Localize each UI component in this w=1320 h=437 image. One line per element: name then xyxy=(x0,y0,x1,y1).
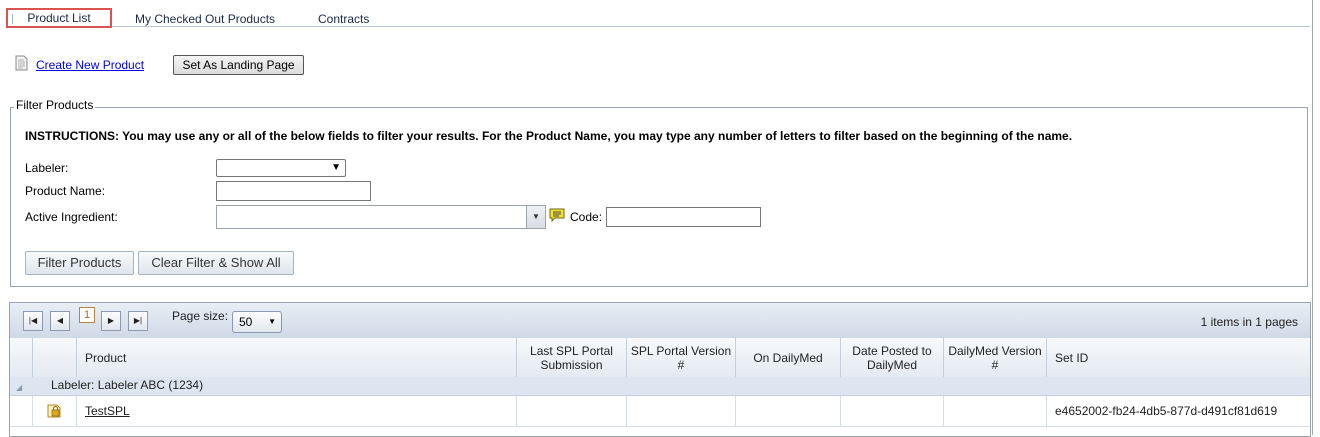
labeler-label: Labeler: xyxy=(25,161,69,175)
active-ingredient-combobox[interactable]: ▼ xyxy=(216,205,546,229)
labeler-select[interactable]: ▼ xyxy=(216,159,346,177)
header-spl-portal-version[interactable]: SPL Portal Version # xyxy=(626,338,735,377)
page-size-select[interactable]: 50 ▼ xyxy=(232,311,282,333)
filter-legend: Filter Products xyxy=(14,98,96,112)
header-last-spl-portal-submission[interactable]: Last SPL Portal Submission xyxy=(516,338,626,377)
document-icon xyxy=(15,55,28,71)
product-cell: TestSPL xyxy=(76,396,516,426)
portal-version-cell xyxy=(626,396,735,426)
product-name-label: Product Name: xyxy=(25,184,106,198)
group-label: Labeler: Labeler ABC (1234) xyxy=(51,378,204,392)
filter-instructions: INSTRUCTIONS: You may use any or all of … xyxy=(25,129,1073,143)
header-dailymed-version[interactable]: DailyMed Version # xyxy=(943,338,1046,377)
tab-strip: Product List My Checked Out Products Con… xyxy=(6,8,1310,28)
header-icon-col xyxy=(32,338,76,377)
products-grid: |◀ ◀ 1 ▶ ▶| Page size: 50 ▼ 1 items in 1… xyxy=(9,302,1311,437)
header-date-posted[interactable]: Date Posted to DailyMed xyxy=(840,338,943,377)
previous-page-icon[interactable]: ◀ xyxy=(50,311,70,331)
first-page-icon[interactable]: |◀ xyxy=(23,311,43,331)
header-on-dailymed[interactable]: On DailyMed xyxy=(735,338,840,377)
on-dailymed-cell xyxy=(735,396,840,426)
expand-cell xyxy=(10,396,32,426)
combo-dropdown-button[interactable]: ▼ xyxy=(526,206,545,228)
date-posted-cell xyxy=(840,396,943,426)
chevron-down-icon: ▼ xyxy=(532,212,540,221)
create-new-product-link[interactable]: Create New Product xyxy=(36,58,144,72)
set-id-cell: e4652002-fb24-4db5-877d-d491cf81d619 xyxy=(1046,396,1310,426)
pager-info: 1 items in 1 pages xyxy=(1200,315,1298,329)
tab-contracts[interactable]: Contracts xyxy=(318,12,369,26)
last-submission-cell xyxy=(516,396,626,426)
dailymed-version-cell xyxy=(943,396,1046,426)
page-size-label: Page size: xyxy=(172,309,229,323)
clear-filter-button[interactable]: Clear Filter & Show All xyxy=(138,251,294,275)
group-row: ◢ Labeler: Labeler ABC (1234) xyxy=(10,377,1310,396)
header-product[interactable]: Product xyxy=(76,338,516,377)
header-expand-col xyxy=(10,338,32,377)
header-set-id[interactable]: Set ID xyxy=(1046,338,1310,377)
grid-header: Product Last SPL Portal Submission SPL P… xyxy=(10,338,1310,378)
tab-product-list[interactable]: Product List xyxy=(6,8,112,28)
set-as-landing-page-button[interactable]: Set As Landing Page xyxy=(173,55,304,75)
note-icon[interactable] xyxy=(549,208,565,222)
code-label: Code: xyxy=(570,210,603,224)
last-page-icon[interactable]: ▶| xyxy=(128,311,148,331)
product-link[interactable]: TestSPL xyxy=(85,404,130,418)
page-size-value: 50 xyxy=(239,315,253,329)
filter-products-button[interactable]: Filter Products xyxy=(25,251,134,275)
grid-pager: |◀ ◀ 1 ▶ ▶| Page size: 50 ▼ 1 items in 1… xyxy=(10,303,1310,339)
collapse-triangle-icon[interactable]: ◢ xyxy=(16,383,22,392)
active-ingredient-label: Active Ingredient: xyxy=(25,210,118,224)
chevron-down-icon: ▼ xyxy=(268,317,276,326)
icon-cell xyxy=(32,396,76,426)
page-number-button[interactable]: 1 xyxy=(79,307,95,323)
locked-document-icon xyxy=(47,404,61,418)
chevron-down-icon: ▼ xyxy=(331,162,341,173)
table-row: TestSPL e4652002-fb24-4db5-877d-d491cf81… xyxy=(10,396,1310,427)
code-input[interactable] xyxy=(606,207,761,227)
tab-my-checked-out-products[interactable]: My Checked Out Products xyxy=(135,12,275,26)
next-page-icon[interactable]: ▶ xyxy=(101,311,121,331)
product-name-input[interactable] xyxy=(216,181,371,201)
